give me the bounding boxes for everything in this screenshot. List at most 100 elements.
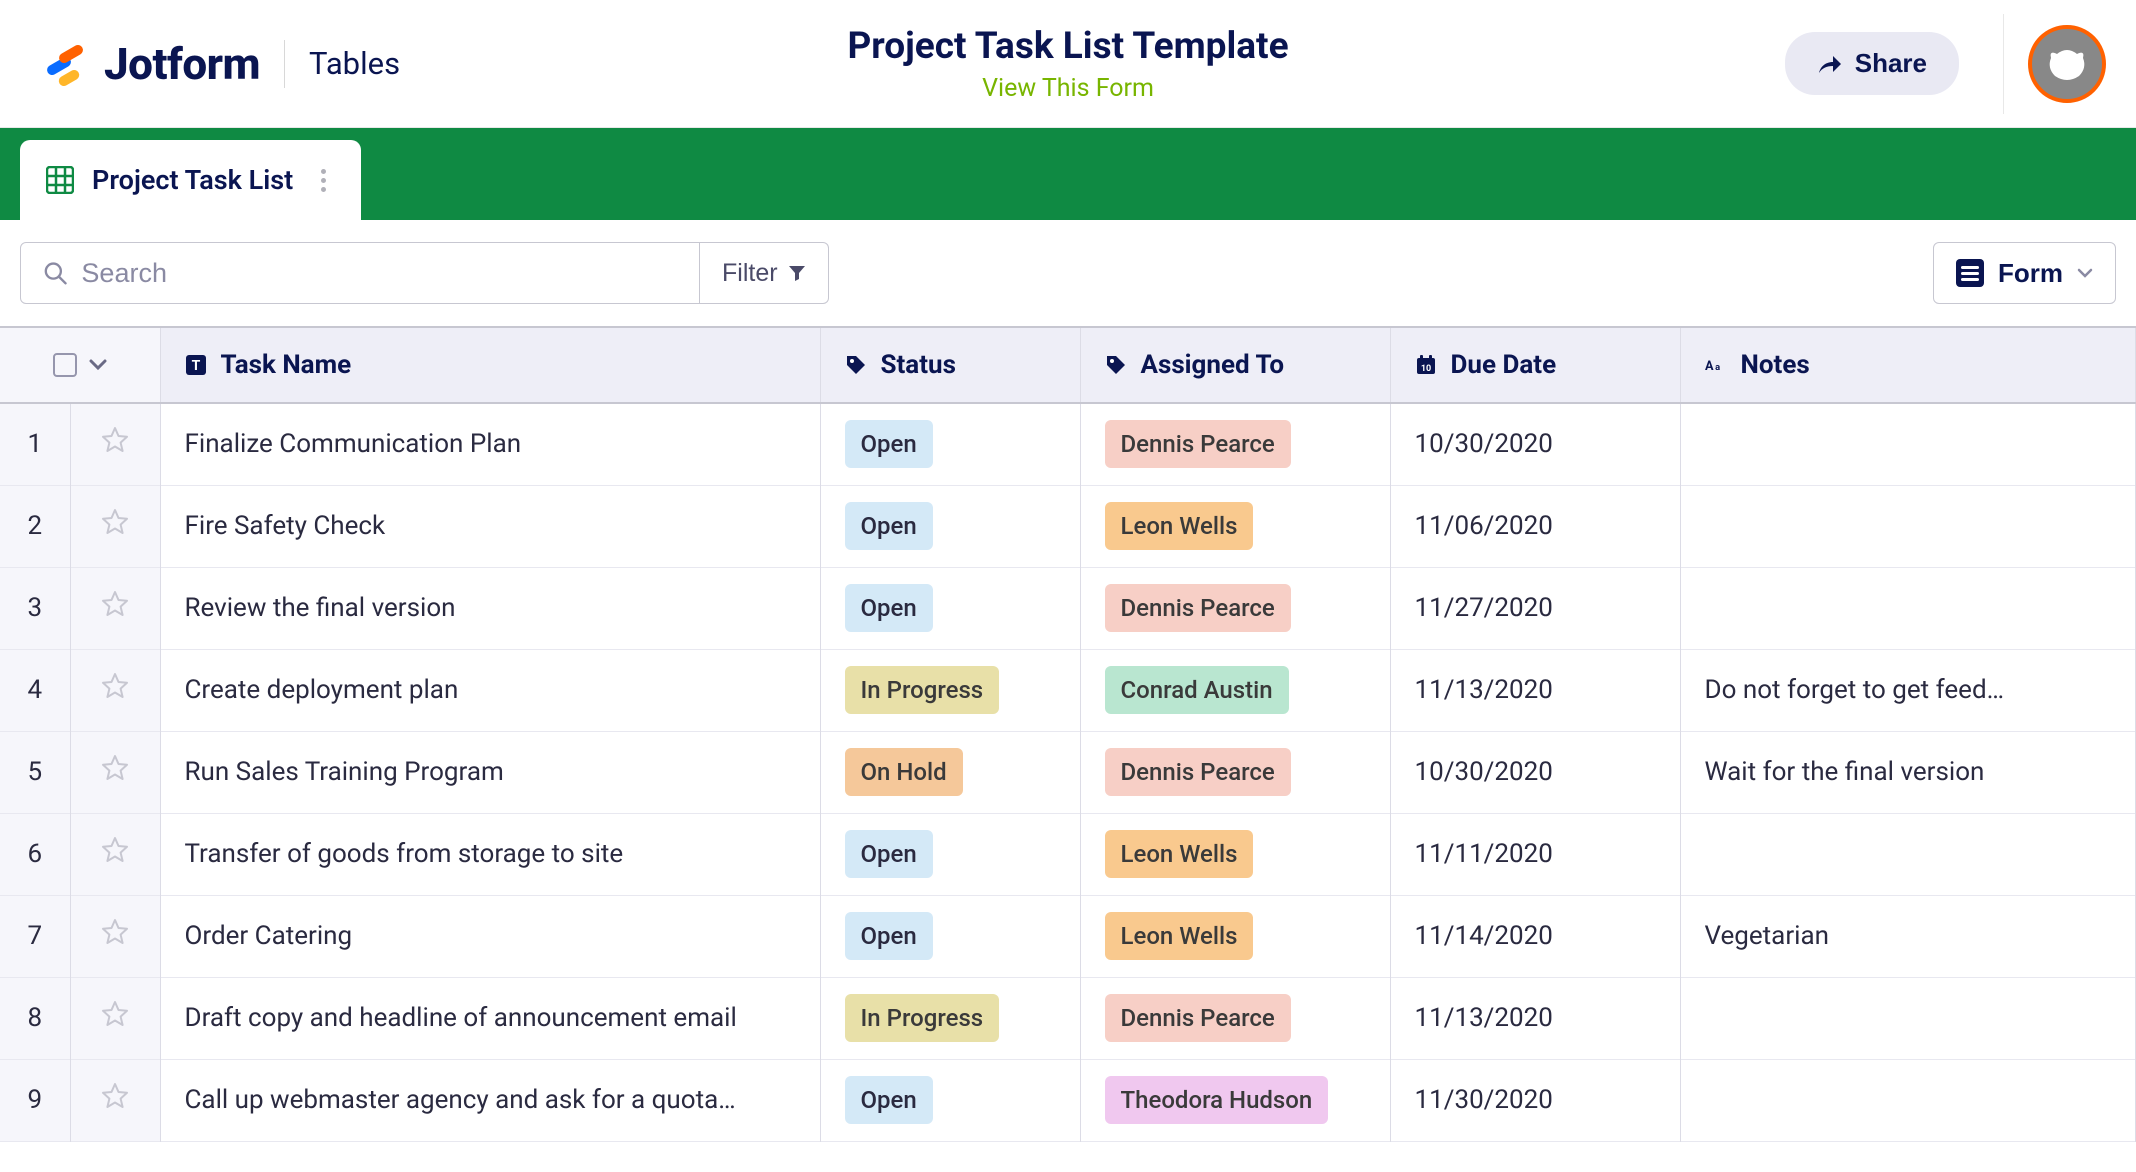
column-header-status[interactable]: Status (820, 327, 1080, 403)
cell-task-name[interactable]: Finalize Communication Plan (160, 403, 820, 485)
table-row[interactable]: 9Call up webmaster agency and ask for a … (0, 1059, 2136, 1141)
cell-notes[interactable] (1680, 977, 2136, 1059)
cell-assigned[interactable]: Theodora Hudson (1080, 1059, 1390, 1141)
section-label[interactable]: Tables (309, 45, 400, 82)
cell-notes[interactable] (1680, 403, 2136, 485)
star-icon[interactable] (95, 999, 136, 1037)
tab-menu-icon[interactable] (311, 169, 335, 192)
cell-due-date[interactable]: 11/14/2020 (1390, 895, 1680, 977)
cell-assigned[interactable]: Leon Wells (1080, 813, 1390, 895)
avatar[interactable] (2028, 25, 2106, 103)
cell-status[interactable]: Open (820, 813, 1080, 895)
cell-status[interactable]: Open (820, 485, 1080, 567)
table-row[interactable]: 2Fire Safety CheckOpenLeon Wells11/06/20… (0, 485, 2136, 567)
table-row[interactable]: 5Run Sales Training ProgramOn HoldDennis… (0, 731, 2136, 813)
star-icon[interactable] (95, 753, 136, 791)
column-header-due[interactable]: 10 Due Date (1390, 327, 1680, 403)
cell-assigned[interactable]: Dennis Pearce (1080, 403, 1390, 485)
table-row[interactable]: 4Create deployment planIn ProgressConrad… (0, 649, 2136, 731)
table-row[interactable]: 1Finalize Communication PlanOpenDennis P… (0, 403, 2136, 485)
cell-due-date[interactable]: 10/30/2020 (1390, 731, 1680, 813)
row-star[interactable] (70, 485, 160, 567)
cell-status[interactable]: In Progress (820, 649, 1080, 731)
row-star[interactable] (70, 649, 160, 731)
star-icon[interactable] (95, 507, 136, 545)
row-star[interactable] (70, 567, 160, 649)
status-badge: Open (845, 830, 933, 878)
view-form-link[interactable]: View This Form (847, 74, 1288, 103)
cell-notes[interactable]: Do not forget to get feed… (1680, 649, 2136, 731)
cell-task-name[interactable]: Run Sales Training Program (160, 731, 820, 813)
search-input[interactable] (81, 258, 677, 289)
cell-task-name[interactable]: Transfer of goods from storage to site (160, 813, 820, 895)
cell-notes[interactable] (1680, 813, 2136, 895)
cell-status[interactable]: Open (820, 567, 1080, 649)
row-star[interactable] (70, 813, 160, 895)
cell-due-date[interactable]: 11/06/2020 (1390, 485, 1680, 567)
cell-due-date[interactable]: 11/13/2020 (1390, 977, 1680, 1059)
row-star[interactable] (70, 895, 160, 977)
star-icon[interactable] (95, 917, 136, 955)
cell-notes[interactable] (1680, 485, 2136, 567)
avatar-icon (2043, 40, 2091, 88)
star-icon[interactable] (95, 589, 136, 627)
cell-assigned[interactable]: Dennis Pearce (1080, 977, 1390, 1059)
column-label: Task Name (221, 350, 352, 380)
cell-status[interactable]: Open (820, 895, 1080, 977)
cell-due-date[interactable]: 11/30/2020 (1390, 1059, 1680, 1141)
checkbox-icon[interactable] (53, 353, 77, 377)
table-row[interactable]: 6Transfer of goods from storage to siteO… (0, 813, 2136, 895)
cell-task-name[interactable]: Fire Safety Check (160, 485, 820, 567)
select-all-header[interactable] (0, 327, 160, 403)
row-star[interactable] (70, 977, 160, 1059)
column-header-assigned[interactable]: Assigned To (1080, 327, 1390, 403)
form-icon (1956, 259, 1984, 287)
table-row[interactable]: 3Review the final versionOpenDennis Pear… (0, 567, 2136, 649)
star-icon[interactable] (95, 835, 136, 873)
search-box[interactable] (20, 242, 700, 304)
cell-notes[interactable] (1680, 1059, 2136, 1141)
cell-notes[interactable]: Vegetarian (1680, 895, 2136, 977)
cell-due-date[interactable]: 11/11/2020 (1390, 813, 1680, 895)
star-icon[interactable] (95, 425, 136, 463)
cell-assigned[interactable]: Leon Wells (1080, 485, 1390, 567)
table-row[interactable]: 7Order CateringOpenLeon Wells11/14/2020V… (0, 895, 2136, 977)
cell-task-name[interactable]: Create deployment plan (160, 649, 820, 731)
cell-notes[interactable] (1680, 567, 2136, 649)
row-star[interactable] (70, 403, 160, 485)
tab-project-task-list[interactable]: Project Task List (20, 140, 361, 220)
logo[interactable]: Jotform (40, 38, 260, 90)
column-label: Due Date (1451, 350, 1557, 380)
cell-notes[interactable]: Wait for the final version (1680, 731, 2136, 813)
cell-due-date[interactable]: 11/27/2020 (1390, 567, 1680, 649)
cell-due-date[interactable]: 11/13/2020 (1390, 649, 1680, 731)
form-view-button[interactable]: Form (1933, 242, 2116, 304)
cell-status[interactable]: Open (820, 403, 1080, 485)
star-icon[interactable] (95, 1081, 136, 1119)
cell-task-name[interactable]: Call up webmaster agency and ask for a q… (160, 1059, 820, 1141)
cell-status[interactable]: In Progress (820, 977, 1080, 1059)
assignee-badge: Leon Wells (1105, 502, 1254, 550)
share-button[interactable]: Share (1785, 32, 1959, 95)
tab-label: Project Task List (92, 164, 293, 196)
cell-task-name[interactable]: Review the final version (160, 567, 820, 649)
cell-task-name[interactable]: Draft copy and headline of announcement … (160, 977, 820, 1059)
cell-task-name[interactable]: Order Catering (160, 895, 820, 977)
filter-button[interactable]: Filter (700, 242, 829, 304)
tag-icon (1105, 354, 1127, 376)
column-header-name[interactable]: T Task Name (160, 327, 820, 403)
column-header-notes[interactable]: Aa Notes (1680, 327, 2136, 403)
cell-assigned[interactable]: Dennis Pearce (1080, 567, 1390, 649)
row-star[interactable] (70, 731, 160, 813)
cell-assigned[interactable]: Conrad Austin (1080, 649, 1390, 731)
cell-due-date[interactable]: 10/30/2020 (1390, 403, 1680, 485)
table-row[interactable]: 8Draft copy and headline of announcement… (0, 977, 2136, 1059)
chevron-down-icon[interactable] (89, 359, 107, 371)
cell-status[interactable]: Open (820, 1059, 1080, 1141)
cell-status[interactable]: On Hold (820, 731, 1080, 813)
cell-assigned[interactable]: Leon Wells (1080, 895, 1390, 977)
cell-assigned[interactable]: Dennis Pearce (1080, 731, 1390, 813)
row-star[interactable] (70, 1059, 160, 1141)
star-icon[interactable] (95, 671, 136, 709)
text-icon: T (185, 354, 207, 376)
